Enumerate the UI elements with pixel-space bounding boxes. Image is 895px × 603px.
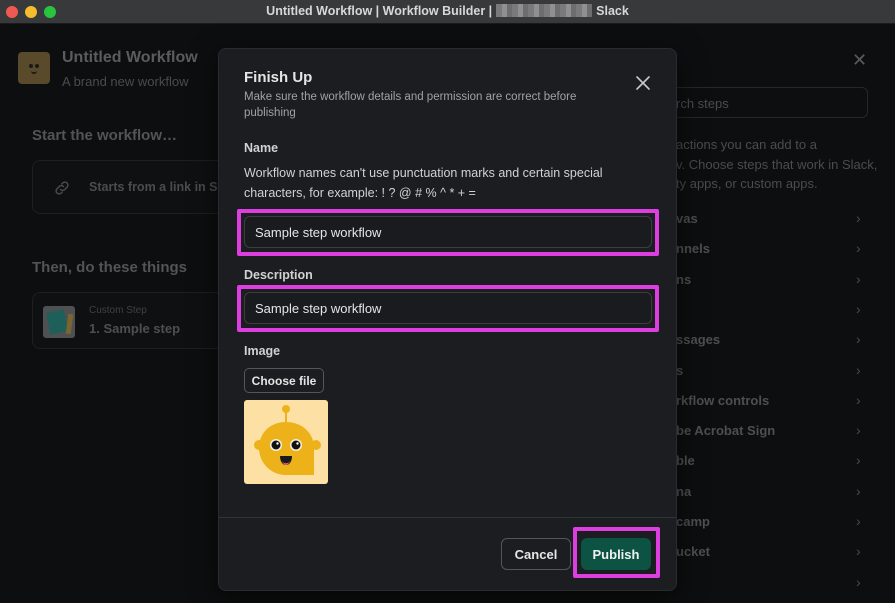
workflow-title[interactable]: Untitled Workflow xyxy=(62,49,198,67)
step-name: 1. Sample step xyxy=(89,321,181,336)
app-window: Untitled Workflow | Workflow Builder | Sl… xyxy=(0,0,895,603)
image-label: Image xyxy=(244,344,281,358)
cancel-button[interactable]: Cancel xyxy=(501,538,571,570)
redacted-workspace-name xyxy=(496,4,593,17)
close-icon[interactable] xyxy=(633,73,653,93)
chevron-right-icon: › xyxy=(856,270,861,287)
chevron-right-icon: › xyxy=(856,513,861,529)
step-category-item[interactable]: nnels › xyxy=(676,240,866,261)
chevron-right-icon: › xyxy=(856,482,861,499)
window-title-suffix: Slack xyxy=(596,4,629,18)
workflow-subtitle: A brand new workflow xyxy=(62,74,189,89)
avatar-eye-icon xyxy=(29,64,33,68)
trigger-label: Starts from a link in Sla xyxy=(89,180,228,194)
step-category-label: ble xyxy=(676,453,695,469)
step-category-item[interactable]: ns › xyxy=(676,270,866,292)
step-category-label: be Acrobat Sign xyxy=(676,423,776,439)
workflow-avatar[interactable] xyxy=(18,52,50,84)
finish-up-modal: Finish Up Make sure the workflow details… xyxy=(218,48,677,591)
step-category-item[interactable]: na › xyxy=(676,482,866,504)
step-category-item[interactable]: ucket › xyxy=(676,543,866,564)
chevron-right-icon: › xyxy=(856,452,861,469)
workflow-image-preview xyxy=(244,400,328,484)
step-category-item[interactable]: › xyxy=(676,573,866,595)
notebook-icon xyxy=(43,306,75,338)
description-line: ty apps, or custom apps. xyxy=(676,176,818,191)
robot-mascot-icon xyxy=(254,405,321,475)
name-label: Name xyxy=(244,141,279,155)
step-category-item[interactable]: ssages › xyxy=(676,331,866,352)
search-steps-placeholder: rch steps xyxy=(676,96,729,111)
description-line: v. Choose steps that work in Slack, xyxy=(676,156,878,172)
step-category-label: ns xyxy=(676,271,692,287)
step-category-item[interactable]: vas › xyxy=(676,210,866,231)
step-category-label: nnels xyxy=(676,241,710,257)
window-title-prefix: Untitled Workflow | Workflow Builder | xyxy=(266,4,493,18)
chevron-right-icon: › xyxy=(856,210,861,226)
step-category-label: vas xyxy=(676,211,698,226)
modal-subtitle: Make sure the workflow details and permi… xyxy=(244,91,577,119)
step-category-item[interactable]: › xyxy=(676,300,866,322)
chevron-right-icon: › xyxy=(856,391,861,408)
chevron-right-icon: › xyxy=(856,361,861,378)
modal-title: Finish Up xyxy=(244,69,313,86)
name-input[interactable] xyxy=(244,216,652,248)
avatar-mouth-icon xyxy=(31,71,37,74)
close-steps-panel-icon[interactable]: ✕ xyxy=(852,50,867,71)
step-category-label: s xyxy=(676,362,684,378)
step-category-item[interactable]: camp › xyxy=(676,513,866,534)
step-category-item[interactable]: rkflow controls › xyxy=(676,391,866,413)
steps-heading: Then, do these things xyxy=(32,259,188,276)
description-label: Description xyxy=(244,268,313,282)
description-line: actions you can add to a xyxy=(676,137,817,152)
name-help-text: Workflow names can't use punctuation mar… xyxy=(244,166,603,200)
chevron-right-icon: › xyxy=(856,422,861,439)
title-bar: Untitled Workflow | Workflow Builder | Sl… xyxy=(0,0,895,24)
step-category-label: camp xyxy=(676,514,710,529)
chevron-right-icon: › xyxy=(856,573,861,590)
start-heading: Start the workflow… xyxy=(32,127,178,144)
step-category-item[interactable]: ble › xyxy=(676,452,866,473)
chevron-right-icon: › xyxy=(856,543,861,560)
step-category-item[interactable]: be Acrobat Sign › xyxy=(676,422,866,443)
step-category-item[interactable]: s › xyxy=(676,361,866,383)
chevron-right-icon: › xyxy=(856,240,861,257)
chevron-right-icon: › xyxy=(856,331,861,348)
step-category-label: rkflow controls xyxy=(676,392,770,408)
step-kind: Custom Step xyxy=(89,305,147,316)
window-title: Untitled Workflow | Workflow Builder | Sl… xyxy=(0,4,895,18)
choose-file-button[interactable]: Choose file xyxy=(244,368,324,393)
step-category-label: ucket xyxy=(676,544,710,560)
step-category-label: ssages xyxy=(676,332,721,348)
publish-button[interactable]: Publish xyxy=(581,538,651,570)
step-category-label: na xyxy=(676,483,692,499)
description-input[interactable] xyxy=(244,292,652,324)
steps-panel-description: actions you can add to a v. Choose steps… xyxy=(676,135,878,194)
footer-divider xyxy=(219,517,676,518)
link-icon xyxy=(55,181,69,195)
avatar-eye-icon xyxy=(35,64,39,68)
chevron-right-icon: › xyxy=(856,300,861,317)
